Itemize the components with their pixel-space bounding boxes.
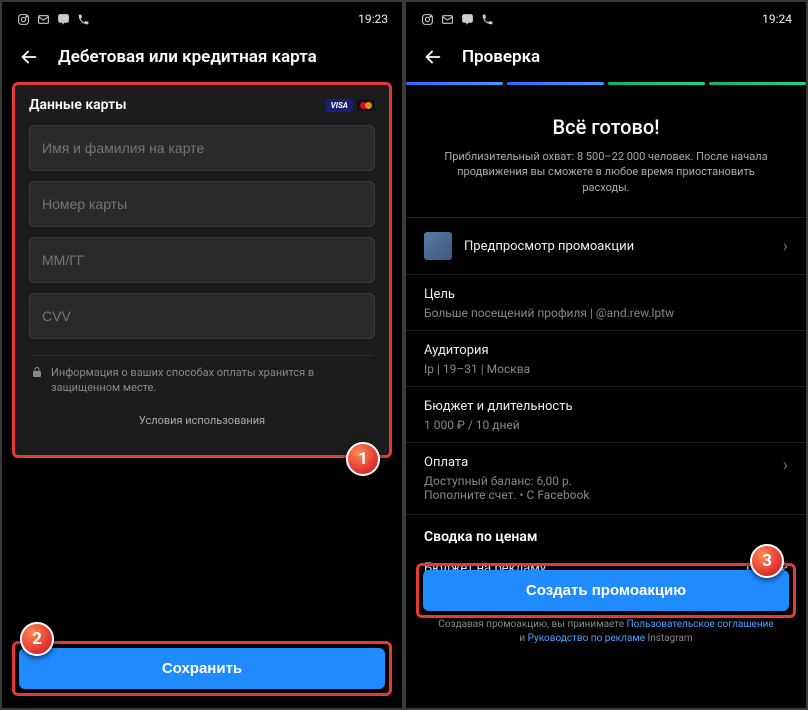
phone-icon <box>480 12 494 26</box>
annotation-marker-2: 2 <box>20 622 54 656</box>
save-button[interactable]: Сохранить <box>19 648 385 689</box>
mail-icon <box>440 12 454 26</box>
status-icons <box>16 12 90 26</box>
viber-icon <box>56 12 70 26</box>
header: Дебетовая или кредитная карта <box>2 36 402 82</box>
disclaimer-mid: и <box>519 633 527 644</box>
budget-label: Бюджет и длительность <box>424 399 788 414</box>
back-button[interactable] <box>422 46 444 68</box>
disclaimer-prefix: Создавая промоакцию, вы принимаете <box>438 619 626 630</box>
chevron-right-icon: › <box>783 455 788 476</box>
page-title: Проверка <box>462 47 540 67</box>
status-bar: 19:23 <box>2 2 402 36</box>
mastercard-icon <box>357 99 375 111</box>
cvv-input[interactable] <box>29 293 375 339</box>
ad-guidelines-link[interactable]: Руководство по рекламе <box>528 633 645 644</box>
create-button-highlight: Создать промоакцию <box>416 563 796 618</box>
progress-seg <box>507 82 604 85</box>
budget-section: Бюджет и длительность 1 000 ₽ / 10 дней <box>406 386 806 442</box>
goal-label: Цель <box>424 287 788 302</box>
visa-icon: VISA <box>326 99 353 112</box>
preview-thumbnail <box>424 232 452 260</box>
ready-subtitle: Приблизительный охват: 8 500–22 000 чело… <box>436 149 776 195</box>
payment-balance: Доступный баланс: 6,00 р. <box>424 474 589 488</box>
ready-title: Всё готово! <box>436 115 776 139</box>
disclaimer-suffix: Instagram <box>645 633 693 644</box>
terms-link[interactable]: Условия использования <box>139 414 265 429</box>
lock-icon <box>31 366 43 383</box>
preview-row[interactable]: Предпросмотр промоакции › <box>406 217 806 274</box>
audience-label: Аудитория <box>424 343 788 358</box>
create-promotion-button[interactable]: Создать промоакцию <box>423 570 789 611</box>
page-title: Дебетовая или кредитная карта <box>58 47 317 67</box>
budget-value: 1 000 ₽ / 10 дней <box>424 418 788 432</box>
annotation-marker-3: 3 <box>750 544 784 578</box>
card-brand-logos: VISA <box>326 99 375 112</box>
panel-title: Данные карты <box>29 97 127 113</box>
instagram-icon <box>16 12 30 26</box>
status-icons <box>420 12 494 26</box>
progress-seg <box>709 82 806 85</box>
header: Проверка <box>406 36 806 82</box>
progress-seg <box>406 82 503 85</box>
status-time: 19:24 <box>762 12 792 26</box>
ready-block: Всё готово! Приблизительный охват: 8 500… <box>406 87 806 217</box>
security-note: Информация о ваших способах оплаты храни… <box>29 355 375 437</box>
phone-icon <box>76 12 90 26</box>
payment-row[interactable]: Оплата Доступный баланс: 6,00 р. Пополни… <box>406 442 806 514</box>
card-details-panel: Данные карты VISA Информация о ваших спо… <box>12 82 392 458</box>
goal-value: Больше посещений профиля | @and.rew.lptw <box>424 306 788 320</box>
payment-label: Оплата <box>424 455 589 470</box>
user-agreement-link[interactable]: Пользовательское соглашение <box>627 619 774 630</box>
audience-section: Аудитория Ір | 19–31 | Москва <box>406 330 806 386</box>
preview-label: Предпросмотр промоакции <box>464 239 634 254</box>
goal-section: Цель Больше посещений профиля | @and.rew… <box>406 274 806 330</box>
disclaimer: Создавая промоакцию, вы принимаете Польз… <box>406 618 806 646</box>
back-button[interactable] <box>18 46 40 68</box>
save-button-highlight: Сохранить <box>12 641 392 696</box>
progress-seg <box>608 82 705 85</box>
expiry-input[interactable] <box>29 237 375 283</box>
phone-left: 19:23 Дебетовая или кредитная карта Данн… <box>2 2 402 708</box>
audience-value: Ір | 19–31 | Москва <box>424 362 788 376</box>
cardholder-name-input[interactable] <box>29 125 375 171</box>
instagram-icon <box>420 12 434 26</box>
payment-topup: Пополните счет. • С Facebook <box>424 488 589 502</box>
chevron-right-icon: › <box>783 236 788 257</box>
mail-icon <box>36 12 50 26</box>
price-summary-header: Сводка по ценам <box>406 514 806 553</box>
security-text: Информация о ваших способах оплаты храни… <box>51 366 373 396</box>
status-bar: 19:24 <box>406 2 806 36</box>
annotation-marker-1: 1 <box>346 442 380 476</box>
phone-right: 19:24 Проверка Всё готово! Приблизительн… <box>406 2 806 708</box>
status-time: 19:23 <box>358 12 388 26</box>
viber-icon <box>460 12 474 26</box>
card-number-input[interactable] <box>29 181 375 227</box>
